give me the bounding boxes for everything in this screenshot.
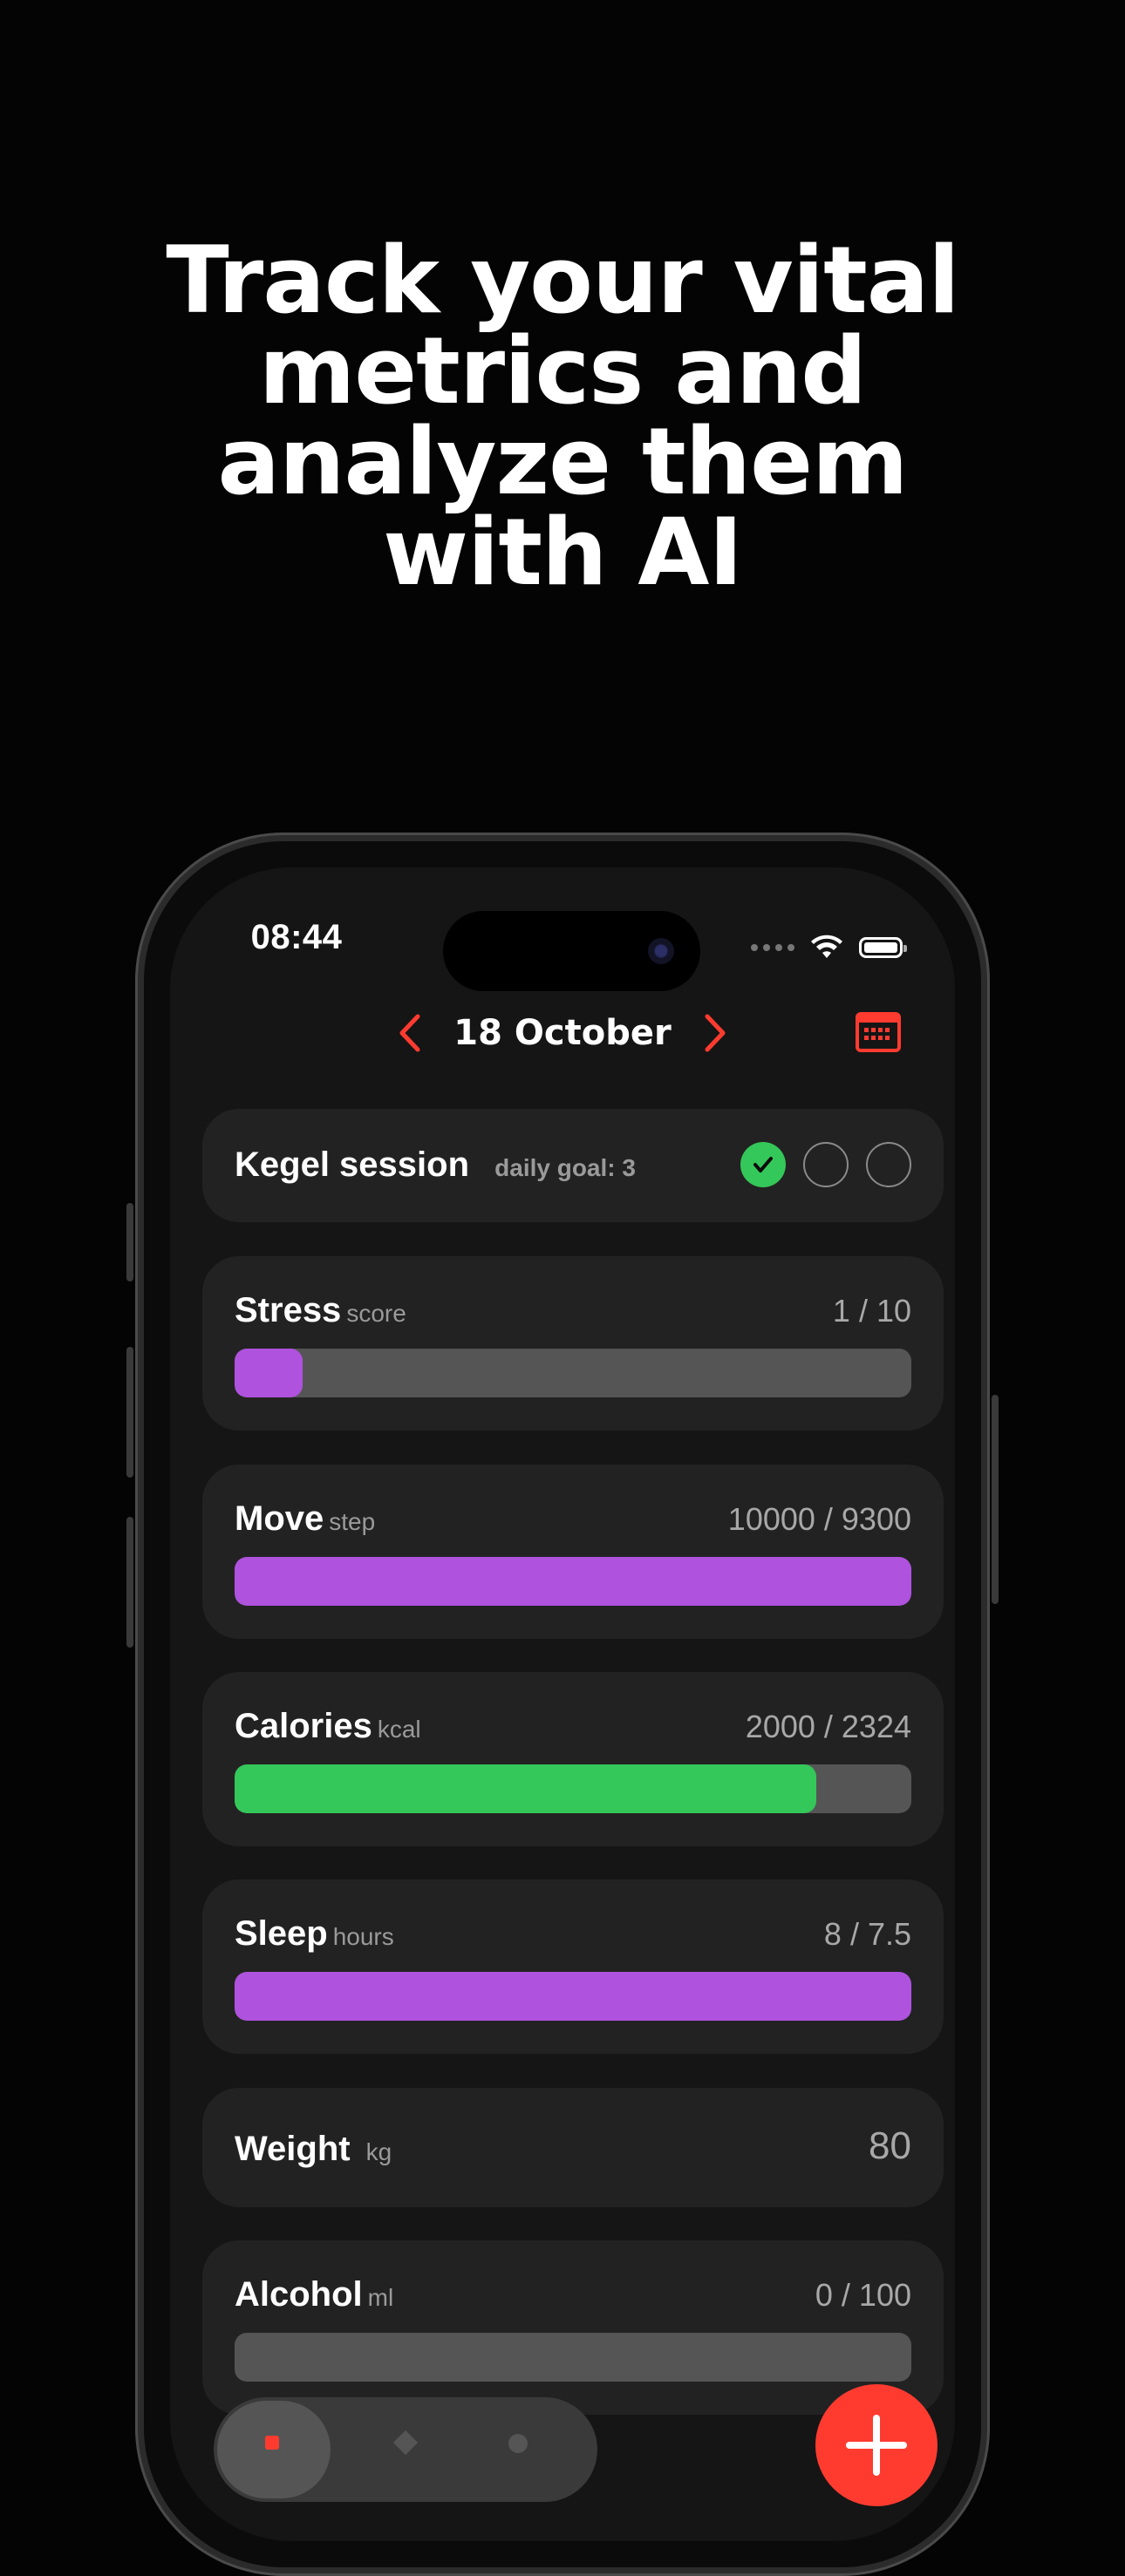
- sleep-unit: hours: [332, 1923, 394, 1950]
- tab-bar: [214, 2397, 597, 2502]
- stress-unit: score: [346, 1300, 406, 1327]
- kegel-title-text: Kegel session: [235, 1145, 470, 1184]
- status-icons: [751, 930, 907, 965]
- home-icon: [265, 2436, 279, 2450]
- sleep-title-text: Sleep: [235, 1914, 328, 1953]
- weight-card[interactable]: Weight kg 80: [202, 2088, 944, 2207]
- move-unit: step: [329, 1508, 376, 1535]
- headline-line-1: Track your vital: [166, 227, 959, 334]
- date-label: 18 October: [453, 1013, 672, 1053]
- move-value: 10000 / 9300: [727, 1501, 911, 1537]
- calories-value: 2000 / 2324: [745, 1709, 911, 1744]
- camera-icon: [648, 938, 674, 964]
- sleep-card[interactable]: Sleep hours 8 / 7.5: [202, 1879, 944, 2054]
- sleep-bar: [235, 1972, 911, 2021]
- calendar-icon: [856, 1012, 901, 1052]
- move-title-text: Move: [235, 1499, 324, 1538]
- alcohol-unit: ml: [367, 2284, 394, 2311]
- stress-card[interactable]: Stress score 1 / 10: [202, 1256, 944, 1431]
- kegel-session-1[interactable]: [740, 1142, 786, 1187]
- kegel-goal-label: daily goal: 3: [494, 1154, 636, 1181]
- sleep-bar-fill: [235, 1972, 911, 2021]
- chevron-left-icon: [399, 1014, 420, 1052]
- weight-value: 80: [869, 2124, 911, 2167]
- power-button: [992, 1395, 999, 1604]
- stress-title-text: Stress: [235, 1291, 342, 1329]
- alcohol-card[interactable]: Alcohol ml 0 / 100: [202, 2240, 944, 2415]
- phone-bezel: 08:44 18 October Kegel session daily goa…: [144, 841, 981, 2567]
- tab-settings[interactable]: [484, 2415, 554, 2484]
- headline: Track your vital metrics and analyze the…: [0, 227, 1125, 606]
- calories-bar: [235, 1764, 911, 1813]
- alcohol-title-text: Alcohol: [235, 2275, 363, 2314]
- weight-unit: kg: [365, 2138, 392, 2165]
- kegel-card[interactable]: Kegel session daily goal: 3: [202, 1109, 944, 1222]
- kegel-title: Kegel session daily goal: 3: [235, 1145, 636, 1185]
- dynamic-island: [443, 911, 700, 991]
- kegel-session-3[interactable]: [866, 1142, 911, 1187]
- calories-unit: kcal: [377, 1716, 421, 1743]
- weight-title-text: Weight: [235, 2130, 351, 2168]
- move-card[interactable]: Move step 10000 / 9300: [202, 1465, 944, 1639]
- tab-home[interactable]: [217, 2401, 331, 2498]
- sleep-value: 8 / 7.5: [823, 1916, 911, 1952]
- phone-frame: 08:44 18 October Kegel session daily goa…: [135, 833, 990, 2576]
- alcohol-title: Alcohol ml: [235, 2275, 393, 2314]
- headline-line-3: analyze them: [217, 408, 909, 515]
- alcohol-bar: [235, 2333, 911, 2382]
- chevron-right-icon: [705, 1014, 726, 1052]
- wifi-icon: [811, 935, 842, 958]
- calories-card[interactable]: Calories kcal 2000 / 2324: [202, 1672, 944, 1846]
- move-title: Move step: [235, 1499, 375, 1539]
- gear-icon: [508, 2434, 528, 2453]
- action-button: [126, 1203, 133, 1281]
- calendar-button[interactable]: [854, 1007, 903, 1056]
- weight-title: Weight kg: [235, 2130, 392, 2169]
- sleep-title: Sleep hours: [235, 1914, 394, 1954]
- calories-title-text: Calories: [235, 1707, 372, 1745]
- signal-icon: [751, 944, 794, 951]
- next-day-button[interactable]: [698, 1007, 733, 1059]
- date-navigator: 18 October: [170, 998, 955, 1068]
- phone-screen: 08:44 18 October Kegel session daily goa…: [170, 867, 955, 2541]
- volume-down-button: [126, 1517, 133, 1648]
- tab-ai[interactable]: [371, 2415, 440, 2484]
- check-icon: [753, 1157, 773, 1172]
- kegel-progress: [740, 1142, 911, 1187]
- move-bar: [235, 1557, 911, 1606]
- battery-icon: [859, 937, 907, 958]
- status-time: 08:44: [250, 918, 343, 956]
- stress-value: 1 / 10: [832, 1293, 911, 1329]
- sparkle-icon: [392, 2430, 419, 2456]
- volume-up-button: [126, 1347, 133, 1478]
- alcohol-value: 0 / 100: [815, 2277, 911, 2313]
- headline-line-4: with AI: [383, 499, 743, 606]
- prev-day-button[interactable]: [392, 1007, 427, 1059]
- headline-line-2: metrics and: [258, 317, 867, 425]
- stress-title: Stress score: [235, 1291, 406, 1330]
- calories-bar-fill: [235, 1764, 817, 1813]
- calories-title: Calories kcal: [235, 1707, 421, 1746]
- add-entry-button[interactable]: [815, 2384, 938, 2506]
- stress-bar: [235, 1349, 911, 1397]
- kegel-session-2[interactable]: [803, 1142, 849, 1187]
- stress-bar-fill: [235, 1349, 303, 1397]
- move-bar-fill: [235, 1557, 911, 1606]
